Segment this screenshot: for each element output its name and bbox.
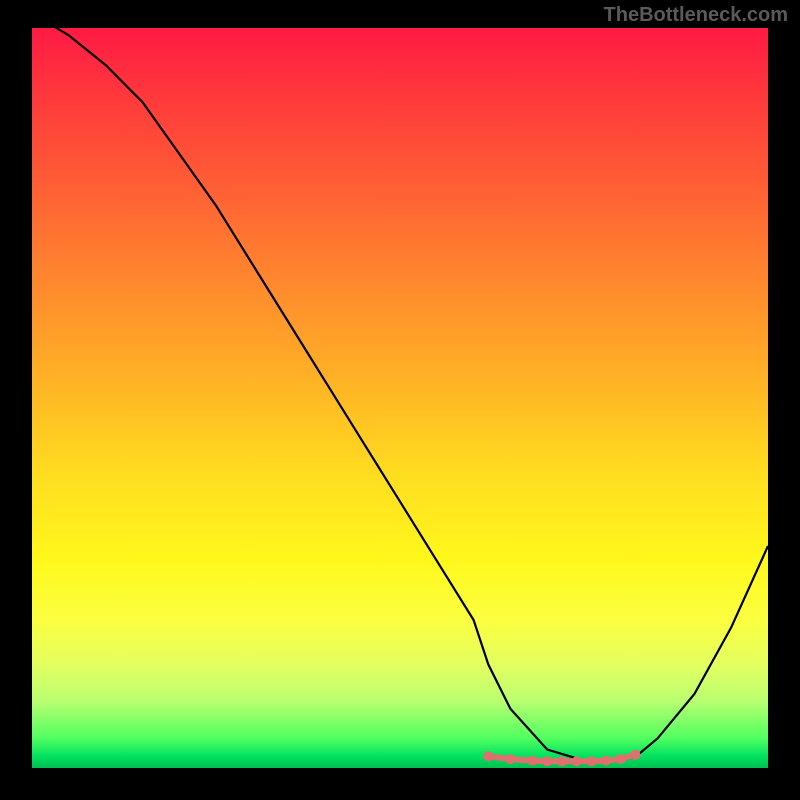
chart-svg bbox=[32, 28, 768, 768]
marker-dot bbox=[505, 754, 515, 764]
marker-dot bbox=[586, 756, 596, 766]
chart-plot-area bbox=[32, 28, 768, 768]
marker-dot bbox=[616, 754, 626, 764]
marker-dot bbox=[542, 756, 552, 766]
watermark-label: TheBottleneck.com bbox=[604, 4, 788, 27]
marker-dot bbox=[601, 756, 611, 766]
marker-dot bbox=[557, 756, 567, 766]
bottleneck-curve-line bbox=[32, 28, 768, 761]
marker-dot bbox=[483, 751, 493, 761]
optimal-range-markers bbox=[483, 750, 640, 767]
marker-dot bbox=[572, 756, 582, 766]
marker-dot bbox=[631, 750, 641, 760]
marker-dot bbox=[528, 756, 538, 766]
